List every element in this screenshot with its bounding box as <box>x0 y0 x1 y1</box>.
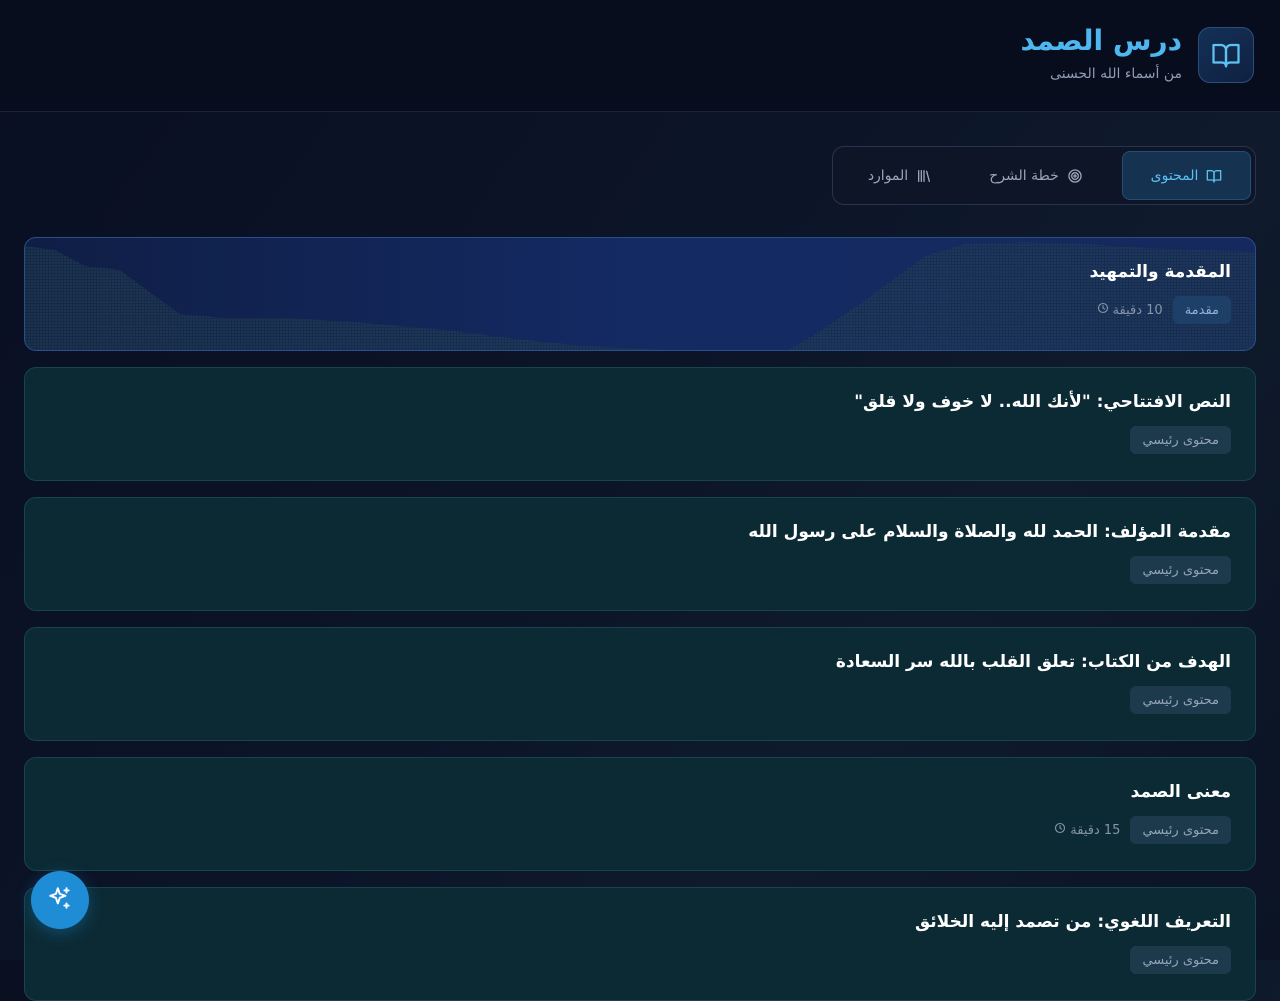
tab-label: المحتوى <box>1150 167 1199 184</box>
lesson-card[interactable]: النص الافتتاحي: "لأنك الله.. لا خوف ولا … <box>24 367 1256 481</box>
target-icon <box>1067 168 1083 184</box>
tab-content[interactable]: المحتوى <box>1122 151 1251 200</box>
card-meta: محتوى رئيسي <box>1130 556 1231 584</box>
duration: 15 دقيقة <box>1054 822 1120 838</box>
card-title: مقدمة المؤلف: الحمد لله والصلاة والسلام … <box>748 522 1231 542</box>
card-title: المقدمة والتمهيد <box>1089 262 1231 282</box>
tab-resources[interactable]: الموارد <box>845 151 955 200</box>
category-badge: محتوى رئيسي <box>1130 686 1231 714</box>
mountain-decoration <box>25 242 1255 350</box>
book-open-icon <box>1206 168 1222 184</box>
category-badge: مقدمة <box>1172 296 1231 324</box>
card-meta: مقدمة 10 دقيقة <box>1097 296 1231 324</box>
category-badge: محتوى رئيسي <box>1130 816 1231 844</box>
lesson-card[interactable]: الهدف من الكتاب: تعلق القلب بالله سر الس… <box>24 627 1256 741</box>
lesson-card[interactable]: مقدمة المؤلف: الحمد لله والصلاة والسلام … <box>24 497 1256 611</box>
tab-bar: المحتوى خطة الشرح الموارد <box>832 146 1256 205</box>
category-badge: محتوى رئيسي <box>1130 426 1231 454</box>
sparkles-icon <box>47 885 73 915</box>
card-meta: محتوى رئيسي <box>1130 946 1231 974</box>
library-icon <box>916 168 932 184</box>
card-meta: محتوى رئيسي <box>1130 426 1231 454</box>
lesson-card-intro[interactable]: المقدمة والتمهيد مقدمة 10 دقيقة <box>24 237 1256 351</box>
card-title: معنى الصمد <box>1130 782 1231 802</box>
card-title: النص الافتتاحي: "لأنك الله.. لا خوف ولا … <box>854 392 1231 412</box>
category-badge: محتوى رئيسي <box>1130 556 1231 584</box>
lesson-card[interactable]: معنى الصمد محتوى رئيسي 15 دقيقة <box>24 757 1256 871</box>
card-title: التعريف اللغوي: من تصمد إليه الخلائق <box>914 912 1231 932</box>
tab-label: خطة الشرح <box>989 167 1059 184</box>
app-header: درس الصمد من أسماء الله الحسنى <box>0 0 1280 112</box>
page-subtitle: من أسماء الله الحسنى <box>1050 66 1182 82</box>
card-meta: محتوى رئيسي <box>1130 686 1231 714</box>
tab-label: الموارد <box>867 167 909 184</box>
duration-text: 15 دقيقة <box>1070 822 1121 838</box>
lesson-card[interactable]: التعريف اللغوي: من تصمد إليه الخلائق محت… <box>24 887 1256 1001</box>
ai-assistant-button[interactable] <box>31 871 89 929</box>
duration: 10 دقيقة <box>1097 302 1163 318</box>
clock-icon <box>1097 302 1109 318</box>
book-open-icon <box>1198 27 1254 83</box>
page-title: درس الصمد <box>1020 24 1182 57</box>
clock-icon <box>1054 822 1066 838</box>
category-badge: محتوى رئيسي <box>1130 946 1231 974</box>
card-meta: محتوى رئيسي 15 دقيقة <box>1054 816 1231 844</box>
duration-text: 10 دقيقة <box>1112 302 1163 318</box>
card-title: الهدف من الكتاب: تعلق القلب بالله سر الس… <box>835 652 1231 672</box>
tab-plan[interactable]: خطة الشرح <box>968 151 1104 200</box>
